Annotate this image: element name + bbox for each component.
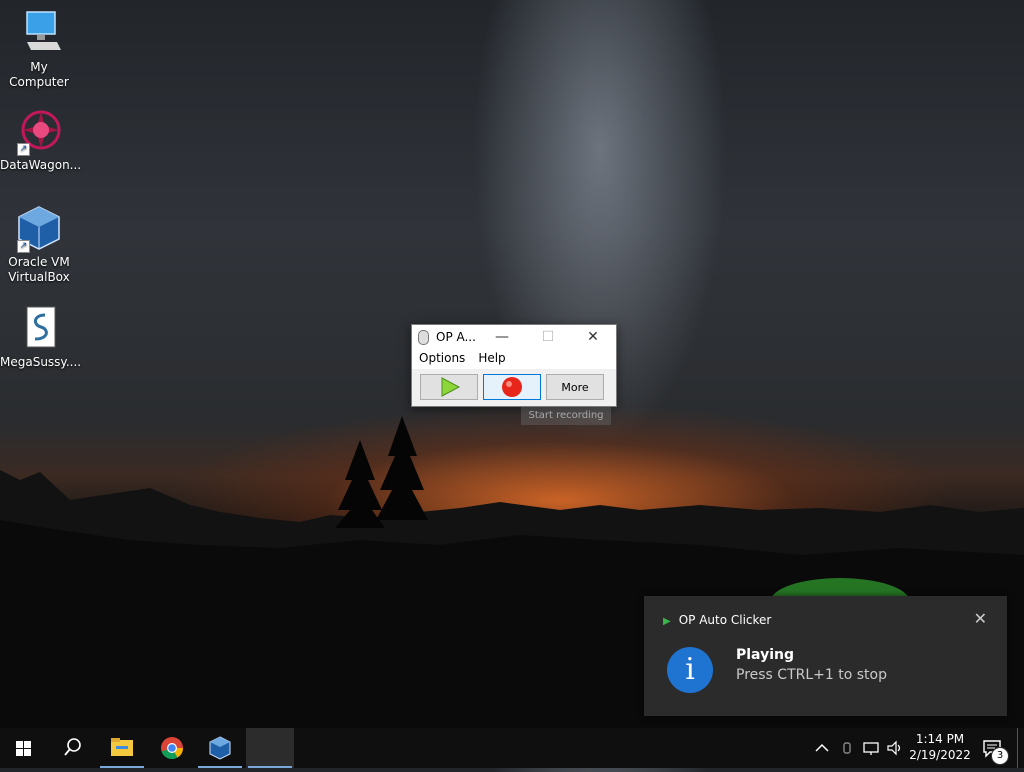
play-icon (441, 377, 461, 397)
taskbar-virtualbox[interactable] (196, 728, 244, 768)
window-titlebar[interactable]: OP A... — ☐ ✕ (412, 325, 616, 349)
toast-close-icon[interactable]: ✕ (974, 609, 987, 628)
virtualbox-icon (209, 736, 231, 760)
shortcut-arrow-icon: ↗ (17, 240, 30, 253)
record-button[interactable] (483, 374, 541, 400)
script-file-icon (15, 305, 63, 353)
toast-body: Press CTRL+1 to stop (736, 667, 887, 683)
clock-date[interactable]: 2/19/2022 (905, 748, 975, 762)
window-title: OP A... (436, 330, 476, 344)
shortcut-arrow-icon: ↗ (17, 143, 30, 156)
search-button[interactable] (48, 728, 96, 768)
close-button[interactable]: ✕ (570, 325, 616, 349)
desktop-icon-label: DataWagon... (0, 158, 82, 172)
taskbar: 1:14 PM 2/19/2022 (0, 728, 1024, 768)
taskbar-file-explorer[interactable] (98, 728, 146, 768)
toast-app-line: ▶ OP Auto Clicker (663, 613, 771, 627)
usb-device-icon[interactable] (840, 740, 854, 756)
desktop-icon-label: MegaSussy.... (0, 355, 82, 369)
desktop-icon-megasussy[interactable]: MegaSussy.... (0, 305, 82, 370)
toast-heading: Playing (736, 647, 794, 663)
minimize-button[interactable]: — (479, 325, 525, 349)
clock-time[interactable]: 1:14 PM (905, 732, 975, 746)
op-auto-clicker-window[interactable]: OP A... — ☐ ✕ Options Help More (411, 324, 617, 407)
toast-notification[interactable]: ▶ OP Auto Clicker ✕ i Playing Press CTRL+… (644, 596, 1007, 716)
record-icon (502, 377, 522, 397)
search-icon (64, 738, 81, 756)
show-desktop-divider[interactable] (1017, 728, 1018, 768)
menu-help[interactable]: Help (471, 349, 511, 365)
maximize-button: ☐ (541, 329, 555, 345)
file-explorer-icon (111, 738, 133, 756)
menu-options[interactable]: Options (412, 349, 471, 365)
menu-bar: Options Help (412, 349, 616, 369)
taskbar-op-auto-clicker[interactable] (246, 728, 294, 768)
desktop-icon-datawagon[interactable]: ↗ DataWagon... (0, 108, 82, 173)
datawagon-icon: ↗ (15, 108, 63, 156)
desktop-icon-virtualbox[interactable]: ↗ Oracle VM VirtualBox (0, 205, 78, 285)
play-icon: ▶ (663, 616, 671, 627)
windows-start-icon (16, 741, 31, 756)
tooltip: Start recording (521, 407, 611, 425)
desktop-icon-my-computer[interactable]: My Computer (0, 10, 78, 90)
play-button[interactable] (420, 374, 478, 400)
info-icon: i (667, 647, 713, 693)
mouse-icon (418, 330, 429, 345)
volume-icon[interactable] (886, 740, 904, 756)
network-icon[interactable] (862, 740, 880, 756)
virtualbox-icon: ↗ (15, 205, 63, 253)
notification-count-badge: 3 (991, 747, 1009, 765)
taskbar-chrome[interactable] (148, 728, 196, 768)
chrome-icon (161, 737, 183, 760)
desktop-icon-label: My Computer (9, 60, 69, 89)
chevron-up-icon[interactable] (812, 740, 832, 756)
more-button[interactable]: More (546, 374, 604, 400)
desktop-icon-label: Oracle VM VirtualBox (8, 255, 70, 284)
monitor-icon (15, 10, 63, 58)
toast-app-name: OP Auto Clicker (678, 613, 772, 627)
start-button[interactable] (0, 728, 48, 768)
